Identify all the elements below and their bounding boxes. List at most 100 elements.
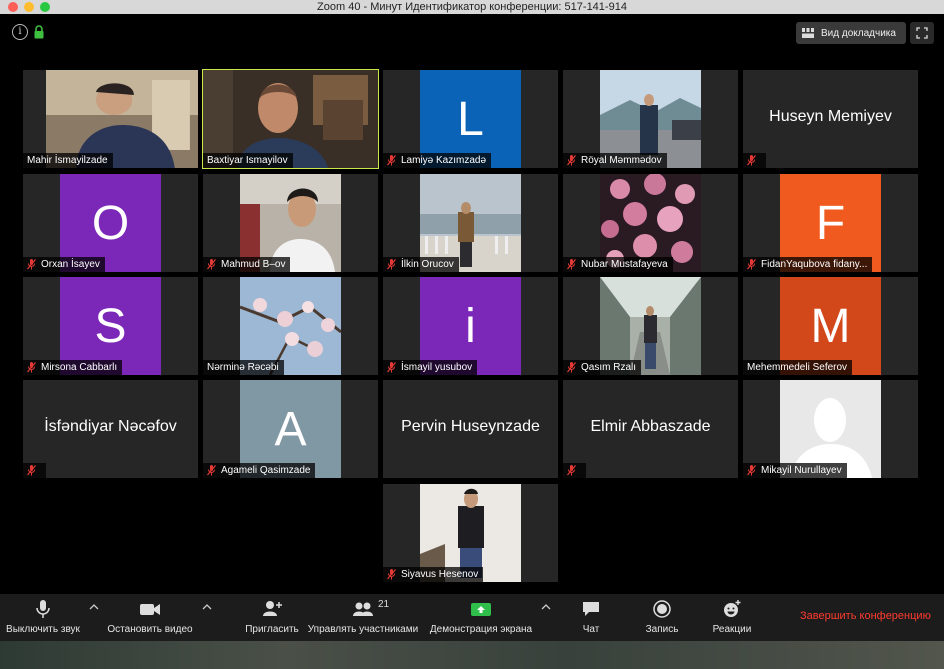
participant-tile-baxtiyar[interactable]: Baxtiyar Ismayilov (202, 69, 379, 169)
participant-tile-ismayil[interactable]: i İsmayil yusubov (383, 277, 558, 375)
chat-label: Чат (582, 624, 600, 635)
speaker-view-label: Вид докладчика (821, 27, 896, 39)
muted-mic-icon (387, 569, 396, 580)
add-person-icon (263, 601, 282, 616)
participant-tile-qasim[interactable]: Qasım Rzalı (563, 277, 738, 375)
participant-tile-mehemmedeli[interactable]: M Mehemmedeli Seferov (743, 277, 918, 375)
speaker-view-button[interactable]: Вид докладчика (796, 22, 906, 44)
participant-tile-fidan[interactable]: F FidanYaqubova fidany... (743, 174, 918, 272)
chevron-up-icon[interactable] (88, 602, 100, 612)
grid-icon (802, 28, 814, 38)
participant-tile-pervin[interactable]: Pervin Huseynzade (383, 380, 558, 478)
participant-name-label (743, 153, 766, 168)
participant-name-label: Siyavus Hesenov (383, 567, 484, 582)
record-icon (653, 600, 671, 618)
participant-name-label: Röyal Məmmədov (563, 153, 667, 168)
muted-mic-icon (567, 259, 576, 270)
participant-name-label: Orxan İsayev (23, 257, 105, 272)
muted-mic-icon (387, 155, 396, 166)
record-label: Запись (645, 624, 679, 635)
participant-name-label (563, 463, 586, 478)
participant-name-label: Nərminə Rəcəbi (203, 360, 284, 375)
meeting-top-bar: i Вид докладчика (0, 20, 944, 46)
participant-tile-agameli[interactable]: A Agameli Qasimzade (203, 380, 378, 478)
muted-mic-icon (747, 155, 756, 166)
participant-display-name: Huseyn Memiyev (769, 108, 892, 125)
meeting-controls-bar: Выключить звук Остановить видео Пригласи… (0, 594, 944, 641)
participant-tile-orxan[interactable]: O Orxan İsayev (23, 174, 198, 272)
participant-name-label: Nubar Mustafayeva (563, 257, 673, 272)
participant-tile-nermine[interactable]: Nərminə Rəcəbi (203, 277, 378, 375)
participant-name-label: Mahir İsmayilzade (23, 153, 113, 168)
participant-tile-huseyn[interactable]: Huseyn Memiyev (743, 70, 918, 168)
participant-tile-lamiye[interactable]: L Lamiyə Kazımzadə (383, 70, 558, 168)
microphone-icon (36, 600, 50, 618)
video-camera-icon (140, 604, 160, 615)
invite-button[interactable]: Пригласить (242, 594, 302, 641)
desktop-background (0, 641, 944, 669)
lock-icon[interactable] (34, 25, 44, 39)
participant-tile-mahmud[interactable]: Mahmud B–ov (203, 174, 378, 272)
muted-mic-icon (207, 259, 216, 270)
mute-label: Выключить звук (6, 624, 80, 635)
participant-name-label: Baxtiyar Ismayilov (203, 153, 293, 168)
muted-mic-icon (747, 259, 756, 270)
fullscreen-button[interactable] (910, 22, 934, 44)
participant-tile-ilkin[interactable]: İlkin Orucov (383, 174, 558, 272)
muted-mic-icon (387, 259, 396, 270)
participant-display-name: Elmir Abbaszade (590, 418, 711, 435)
zoom-window: Zoom 40 - Минут Идентификатор конференци… (0, 0, 944, 669)
participant-tile-elmir[interactable]: Elmir Abbaszade (563, 380, 738, 478)
participant-display-name: Pervin Huseynzade (401, 418, 540, 435)
muted-mic-icon (207, 465, 216, 476)
window-title: Zoom 40 - Минут Идентификатор конференци… (317, 1, 627, 13)
participant-name-label: İlkin Orucov (383, 257, 459, 272)
participant-display-name: İsfəndiyar Nəcəfov (44, 418, 177, 435)
record-button[interactable]: Запись (640, 594, 684, 641)
participants-count: 21 (378, 599, 390, 610)
stop-video-button[interactable]: Остановить видео (104, 594, 196, 641)
muted-mic-icon (567, 465, 576, 476)
muted-mic-icon (567, 155, 576, 166)
participant-name-label: Mikayil Nurullayev (743, 463, 847, 478)
participant-tile-nubar[interactable]: Nubar Mustafayeva (563, 174, 738, 272)
title-bar: Zoom 40 - Минут Идентификатор конференци… (0, 0, 944, 14)
participant-tile-isfendiyar[interactable]: İsfəndiyar Nəcəfov (23, 380, 198, 478)
muted-mic-icon (567, 362, 576, 373)
participant-name-label: Mehemmedeli Seferov (743, 360, 853, 375)
chat-button[interactable]: Чат (571, 594, 611, 641)
participant-tile-royal[interactable]: Röyal Məmmədov (563, 70, 738, 168)
fullscreen-icon (916, 27, 928, 39)
reactions-label: Реакции (712, 624, 752, 635)
participant-tile-siyavus[interactable]: Siyavus Hesenov (383, 484, 558, 582)
share-screen-label: Демонстрация экрана (429, 624, 533, 635)
muted-mic-icon (27, 362, 36, 373)
share-screen-button[interactable]: Демонстрация экрана (426, 594, 536, 641)
stop-video-label: Остановить видео (107, 624, 193, 635)
participant-name-label: Mirsona Cabbarlı (23, 360, 123, 375)
participant-name-label: İsmayil yusubov (383, 360, 478, 375)
chevron-up-icon[interactable] (540, 602, 552, 612)
chevron-up-icon[interactable] (201, 602, 213, 612)
participant-name-label: FidanYaqubova fidany... (743, 257, 873, 272)
end-meeting-button[interactable]: Завершить конференцию (800, 610, 931, 622)
participant-name-label: Lamiyə Kazımzadə (383, 153, 492, 168)
participant-name-label (23, 463, 46, 478)
manage-participants-label: Управлять участниками (307, 624, 419, 635)
participant-name-label: Qasım Rzalı (563, 360, 642, 375)
smiley-icon (724, 600, 741, 617)
mute-button[interactable]: Выключить звук (0, 594, 86, 641)
participant-name-label: Mahmud B–ov (203, 257, 291, 272)
participant-name-label: Agameli Qasimzade (203, 463, 316, 478)
info-icon[interactable]: i (12, 24, 28, 40)
reactions-button[interactable]: Реакции (708, 594, 756, 641)
muted-mic-icon (27, 259, 36, 270)
participant-tile-mirsona[interactable]: S Mirsona Cabbarlı (23, 277, 198, 375)
muted-mic-icon (27, 465, 36, 476)
participant-tile-mahir[interactable]: Mahir İsmayilzade (23, 70, 198, 168)
manage-participants-button[interactable]: Управлять участниками (306, 594, 420, 641)
muted-mic-icon (747, 465, 756, 476)
share-screen-icon (471, 603, 491, 616)
participant-tile-mikayil[interactable]: Mikayil Nurullayev (743, 380, 918, 478)
participants-icon (353, 602, 373, 616)
